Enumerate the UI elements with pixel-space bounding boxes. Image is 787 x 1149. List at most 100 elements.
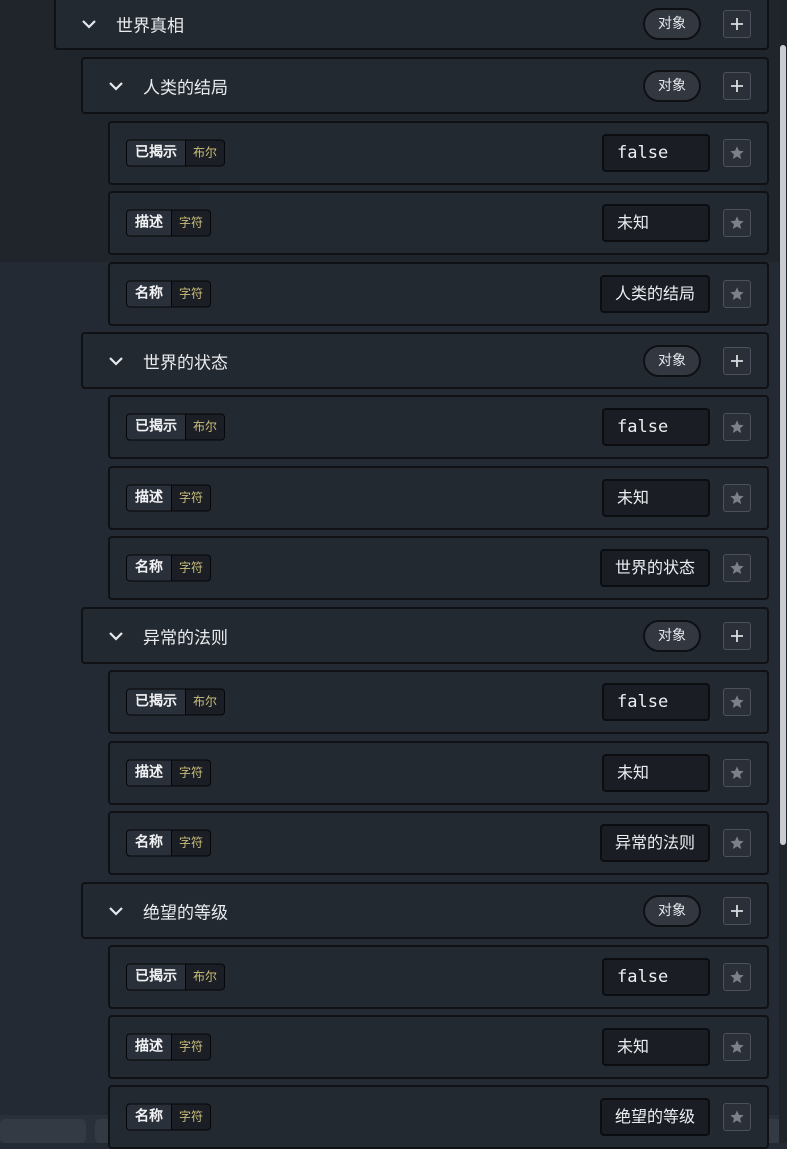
value-field[interactable]: 绝望的等级: [599, 1098, 710, 1136]
property-row: 已揭示 布尔 false: [108, 121, 769, 185]
scrollbar[interactable]: [779, 0, 787, 1143]
favorite-button[interactable]: [723, 829, 751, 857]
property-row: 已揭示 布尔 false: [108, 670, 769, 734]
property-name: 描述: [127, 210, 172, 236]
star-icon: [730, 766, 744, 779]
plus-icon: [731, 354, 743, 367]
property-type: 字符: [179, 286, 204, 301]
property-label: 描述 字符: [126, 1033, 212, 1061]
type-badge: 对象: [643, 619, 701, 652]
property-row: 描述 字符 未知: [108, 191, 769, 255]
property-type: 布尔: [193, 145, 218, 160]
favorite-button[interactable]: [723, 1103, 751, 1131]
group-title: 人类的结局: [143, 78, 228, 98]
property-type: 字符: [179, 1039, 204, 1054]
chevron-down-icon[interactable]: [107, 77, 125, 95]
property-name: 已揭示: [127, 689, 186, 715]
group-row[interactable]: 人类的结局 对象: [81, 57, 769, 114]
star-icon: [730, 287, 744, 300]
property-row: 名称 字符 人类的结局: [108, 262, 769, 326]
chevron-down-icon[interactable]: [107, 352, 125, 370]
property-type: 字符: [179, 835, 204, 850]
group-title: 世界的状态: [143, 353, 228, 373]
favorite-button[interactable]: [723, 1033, 751, 1061]
favorite-button[interactable]: [723, 139, 751, 167]
property-name: 已揭示: [127, 964, 186, 990]
favorite-button[interactable]: [723, 413, 751, 441]
favorite-button[interactable]: [723, 554, 751, 582]
type-badge: 对象: [643, 69, 701, 102]
chevron-down-icon[interactable]: [80, 15, 98, 33]
value-field[interactable]: 未知: [602, 479, 710, 517]
property-name: 名称: [127, 1104, 172, 1130]
value-field[interactable]: 未知: [602, 1028, 710, 1066]
add-button[interactable]: [723, 10, 751, 38]
property-label: 已揭示 布尔: [126, 688, 226, 716]
property-label: 描述 字符: [126, 759, 212, 787]
chevron-down-icon[interactable]: [107, 902, 125, 920]
favorite-button[interactable]: [723, 963, 751, 991]
property-label: 已揭示 布尔: [126, 963, 226, 991]
chevron-down-icon[interactable]: [107, 627, 125, 645]
value-field[interactable]: false: [602, 958, 710, 996]
star-icon: [730, 1110, 744, 1123]
scrollbar-thumb[interactable]: [780, 45, 786, 845]
property-label: 描述 字符: [126, 484, 212, 512]
property-label: 名称 字符: [126, 829, 212, 857]
property-name: 名称: [127, 281, 172, 307]
type-badge: 对象: [643, 344, 701, 377]
value-field[interactable]: 人类的结局: [599, 275, 710, 313]
add-button[interactable]: [723, 896, 751, 925]
value-field[interactable]: false: [602, 134, 710, 172]
property-row: 名称 字符 绝望的等级: [108, 1085, 769, 1149]
add-button[interactable]: [723, 621, 751, 650]
value-field[interactable]: false: [602, 683, 710, 721]
property-type: 布尔: [193, 694, 218, 709]
property-type: 字符: [179, 490, 204, 505]
type-badge: 对象: [643, 8, 701, 40]
group-title: 绝望的等级: [143, 903, 228, 923]
plus-icon: [731, 629, 743, 642]
add-button[interactable]: [723, 346, 751, 375]
property-row: 描述 字符 未知: [108, 741, 769, 805]
group-title: 世界真相: [116, 16, 184, 37]
star-icon: [730, 561, 744, 574]
favorite-button[interactable]: [723, 759, 751, 787]
value-field[interactable]: false: [602, 408, 710, 446]
property-name: 描述: [127, 1034, 172, 1060]
favorite-button[interactable]: [723, 688, 751, 716]
type-badge: 对象: [643, 894, 701, 927]
group-title: 异常的法则: [143, 628, 228, 648]
favorite-button[interactable]: [723, 209, 751, 237]
property-name: 描述: [127, 485, 172, 511]
group-row-world-truth[interactable]: 世界真相 对象: [54, 0, 769, 50]
value-field[interactable]: 世界的状态: [599, 549, 710, 587]
property-row: 名称 字符 世界的状态: [108, 536, 769, 600]
property-label: 描述 字符: [126, 209, 212, 237]
value-field[interactable]: 未知: [602, 204, 710, 242]
property-label: 名称 字符: [126, 554, 212, 582]
property-label: 已揭示 布尔: [126, 413, 226, 441]
group-row[interactable]: 绝望的等级 对象: [81, 882, 769, 939]
star-icon: [730, 420, 744, 433]
plus-icon: [731, 79, 743, 92]
add-button[interactable]: [723, 71, 751, 100]
property-row: 描述 字符 未知: [108, 1015, 769, 1079]
group-row[interactable]: 世界的状态 对象: [81, 332, 769, 389]
property-row: 已揭示 布尔 false: [108, 945, 769, 1009]
property-row: 描述 字符 未知: [108, 466, 769, 530]
star-icon: [730, 146, 744, 159]
value-field[interactable]: 异常的法则: [599, 824, 710, 862]
value-field[interactable]: 未知: [602, 754, 710, 792]
property-label: 已揭示 布尔: [126, 139, 226, 167]
property-row: 已揭示 布尔 false: [108, 395, 769, 459]
property-label: 名称 字符: [126, 280, 212, 308]
property-type: 字符: [179, 765, 204, 780]
group-row[interactable]: 异常的法则 对象: [81, 607, 769, 664]
star-icon: [730, 1040, 744, 1053]
favorite-button[interactable]: [723, 484, 751, 512]
property-name: 名称: [127, 830, 172, 856]
favorite-button[interactable]: [723, 280, 751, 308]
star-icon: [730, 836, 744, 849]
property-name: 已揭示: [127, 414, 186, 440]
